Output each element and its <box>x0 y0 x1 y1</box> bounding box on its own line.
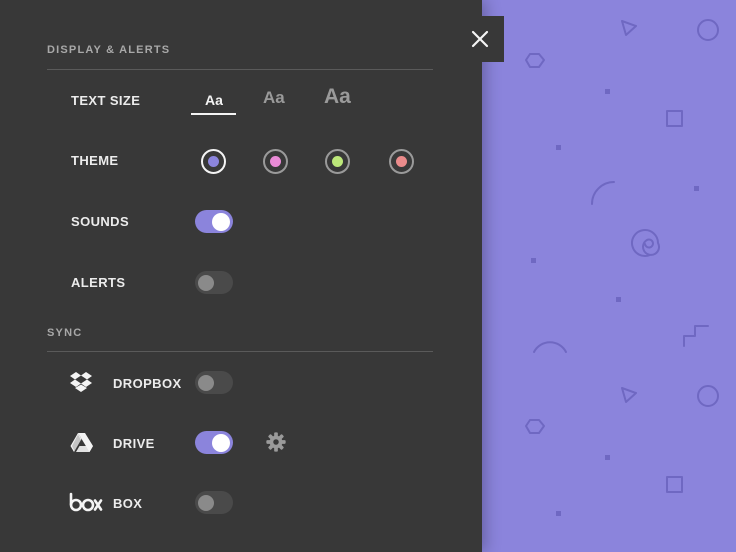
theme-option-green[interactable] <box>325 149 350 174</box>
sounds-label: SOUNDS <box>71 214 130 229</box>
section-title-display-alerts: DISPLAY & ALERTS <box>47 44 171 56</box>
sounds-toggle[interactable] <box>195 210 233 233</box>
box-icon <box>69 492 103 512</box>
dropbox-label: DROPBOX <box>113 376 182 391</box>
theme-color-swatch <box>396 156 407 167</box>
dropbox-toggle[interactable] <box>195 371 233 394</box>
drive-toggle[interactable] <box>195 431 233 454</box>
section-title-sync: SYNC <box>47 327 83 339</box>
text-size-label: TEXT SIZE <box>71 93 141 108</box>
toggle-knob <box>198 494 214 511</box>
toggle-knob <box>198 274 214 291</box>
theme-option-red[interactable] <box>389 149 414 174</box>
alerts-label: ALERTS <box>71 275 126 290</box>
text-size-selected-underline <box>191 113 236 115</box>
theme-color-swatch <box>208 156 219 167</box>
close-icon <box>471 30 489 48</box>
theme-color-swatch <box>270 156 281 167</box>
theme-label: THEME <box>71 153 119 168</box>
toggle-knob <box>212 212 230 231</box>
google-drive-icon <box>70 433 93 453</box>
section-divider <box>47 69 433 70</box>
box-toggle[interactable] <box>195 491 233 514</box>
text-size-small-option[interactable]: Aa <box>205 92 223 108</box>
close-button[interactable] <box>456 16 504 62</box>
dropbox-icon <box>70 372 92 392</box>
text-size-large-option[interactable]: Aa <box>324 85 351 109</box>
section-divider <box>47 351 433 352</box>
gear-icon[interactable] <box>265 431 287 453</box>
drive-label: DRIVE <box>113 436 155 451</box>
text-size-medium-option[interactable]: Aa <box>263 88 285 108</box>
settings-panel: DISPLAY & ALERTS TEXT SIZE Aa Aa Aa THEM… <box>0 0 482 552</box>
toggle-knob <box>198 374 214 391</box>
box-label: BOX <box>113 496 143 511</box>
alerts-toggle[interactable] <box>195 271 233 294</box>
toggle-knob <box>212 433 230 452</box>
theme-color-swatch <box>332 156 343 167</box>
theme-option-purple[interactable] <box>201 149 226 174</box>
theme-option-pink[interactable] <box>263 149 288 174</box>
